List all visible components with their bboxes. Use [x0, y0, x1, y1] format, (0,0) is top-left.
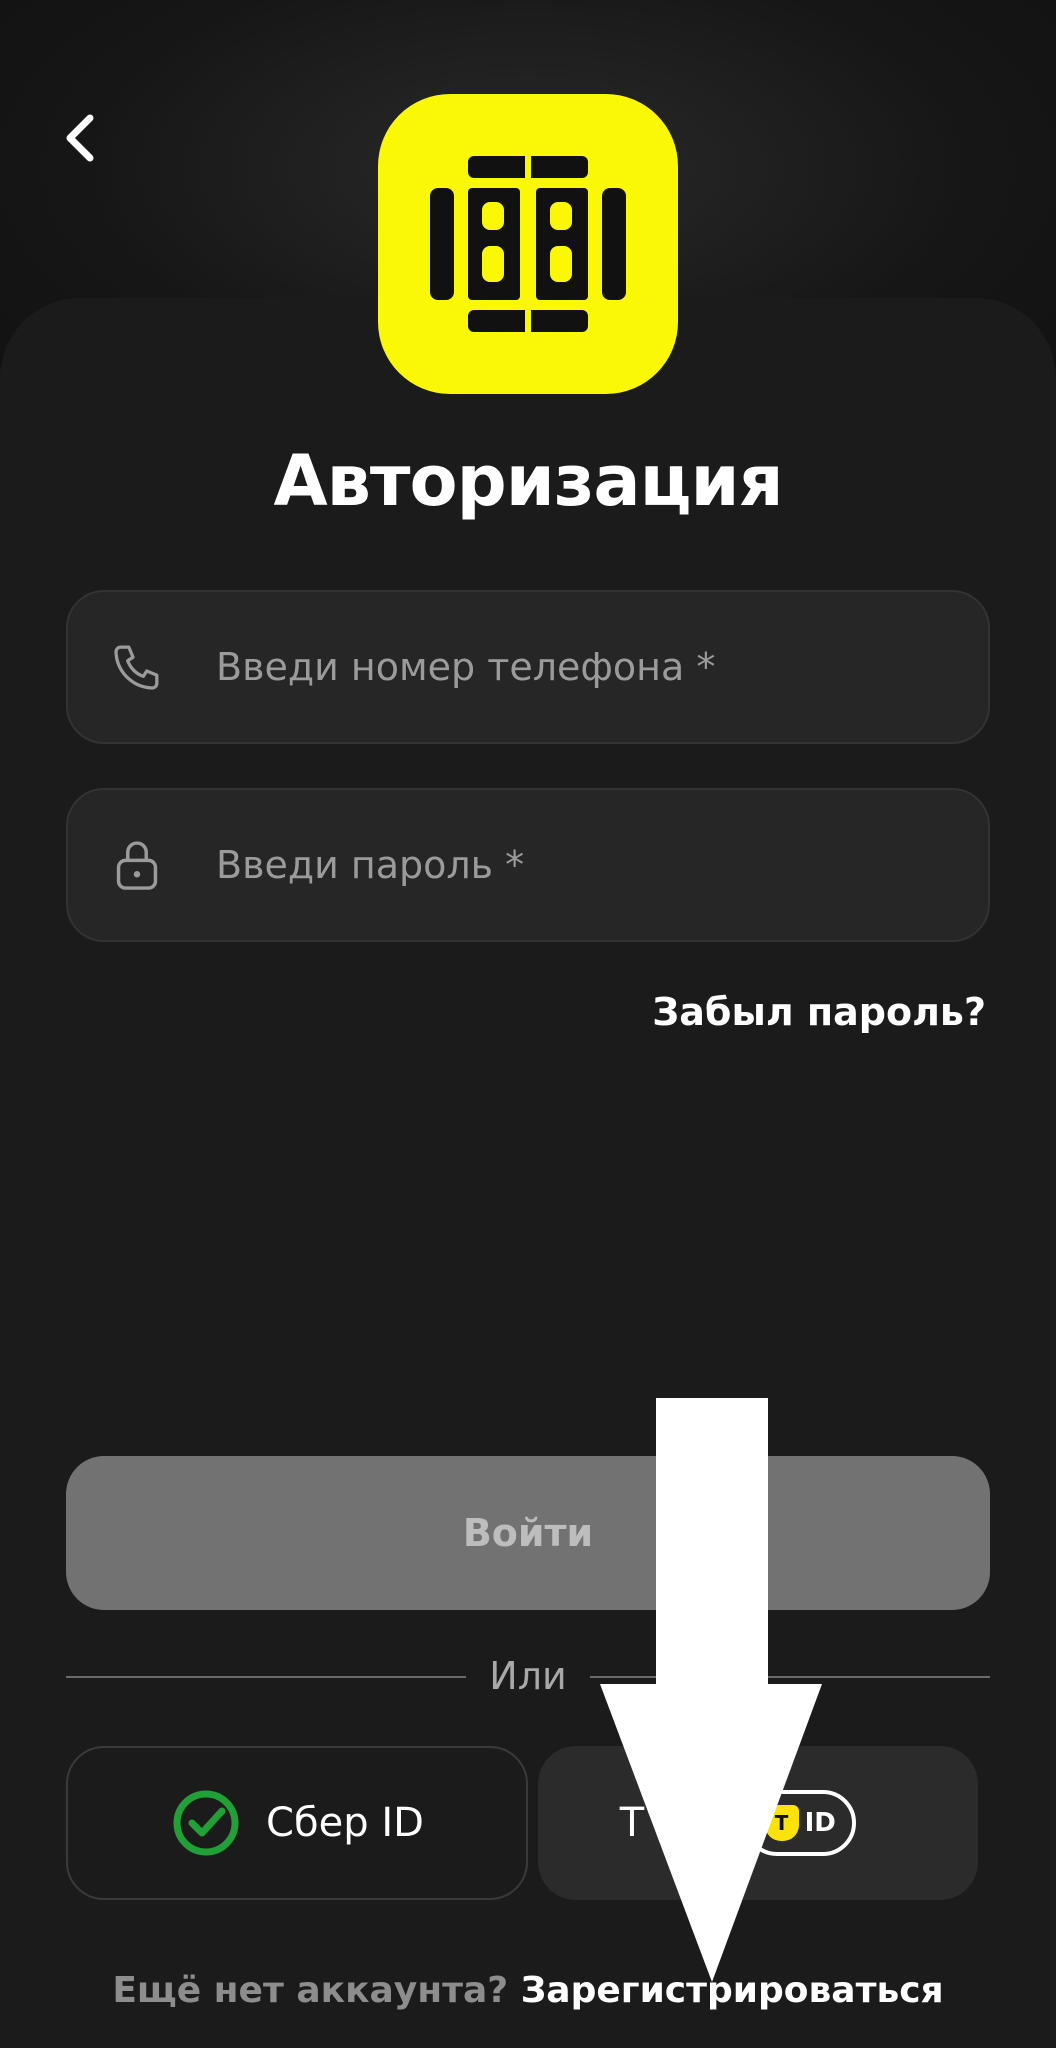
or-label: Или	[489, 1654, 567, 1698]
phone-field[interactable]	[66, 590, 990, 744]
lock-icon	[100, 835, 174, 895]
no-account-text: Ещё нет аккаунта?	[112, 1970, 509, 2011]
arrow-down-icon	[600, 1398, 822, 1982]
bb-logo-icon	[430, 154, 626, 334]
password-input[interactable]	[216, 843, 956, 887]
phone-icon	[100, 639, 174, 695]
divider-left	[66, 1676, 466, 1678]
sber-id-label: Сбер ID	[266, 1800, 424, 1846]
sber-id-button[interactable]: Сбер ID	[66, 1746, 528, 1900]
phone-input[interactable]	[216, 645, 956, 689]
login-button[interactable]: Войти	[66, 1456, 990, 1610]
app-logo	[378, 94, 678, 394]
sber-check-icon	[173, 1790, 239, 1856]
register-prompt: Ещё нет аккаунта? Зарегистрироваться	[0, 1970, 1056, 2011]
password-field[interactable]	[66, 788, 990, 942]
chevron-left-icon	[66, 114, 94, 162]
forgot-password-link[interactable]: Забыл пароль?	[652, 990, 986, 1034]
page-title: Авторизация	[273, 440, 783, 522]
back-button[interactable]	[52, 106, 108, 170]
